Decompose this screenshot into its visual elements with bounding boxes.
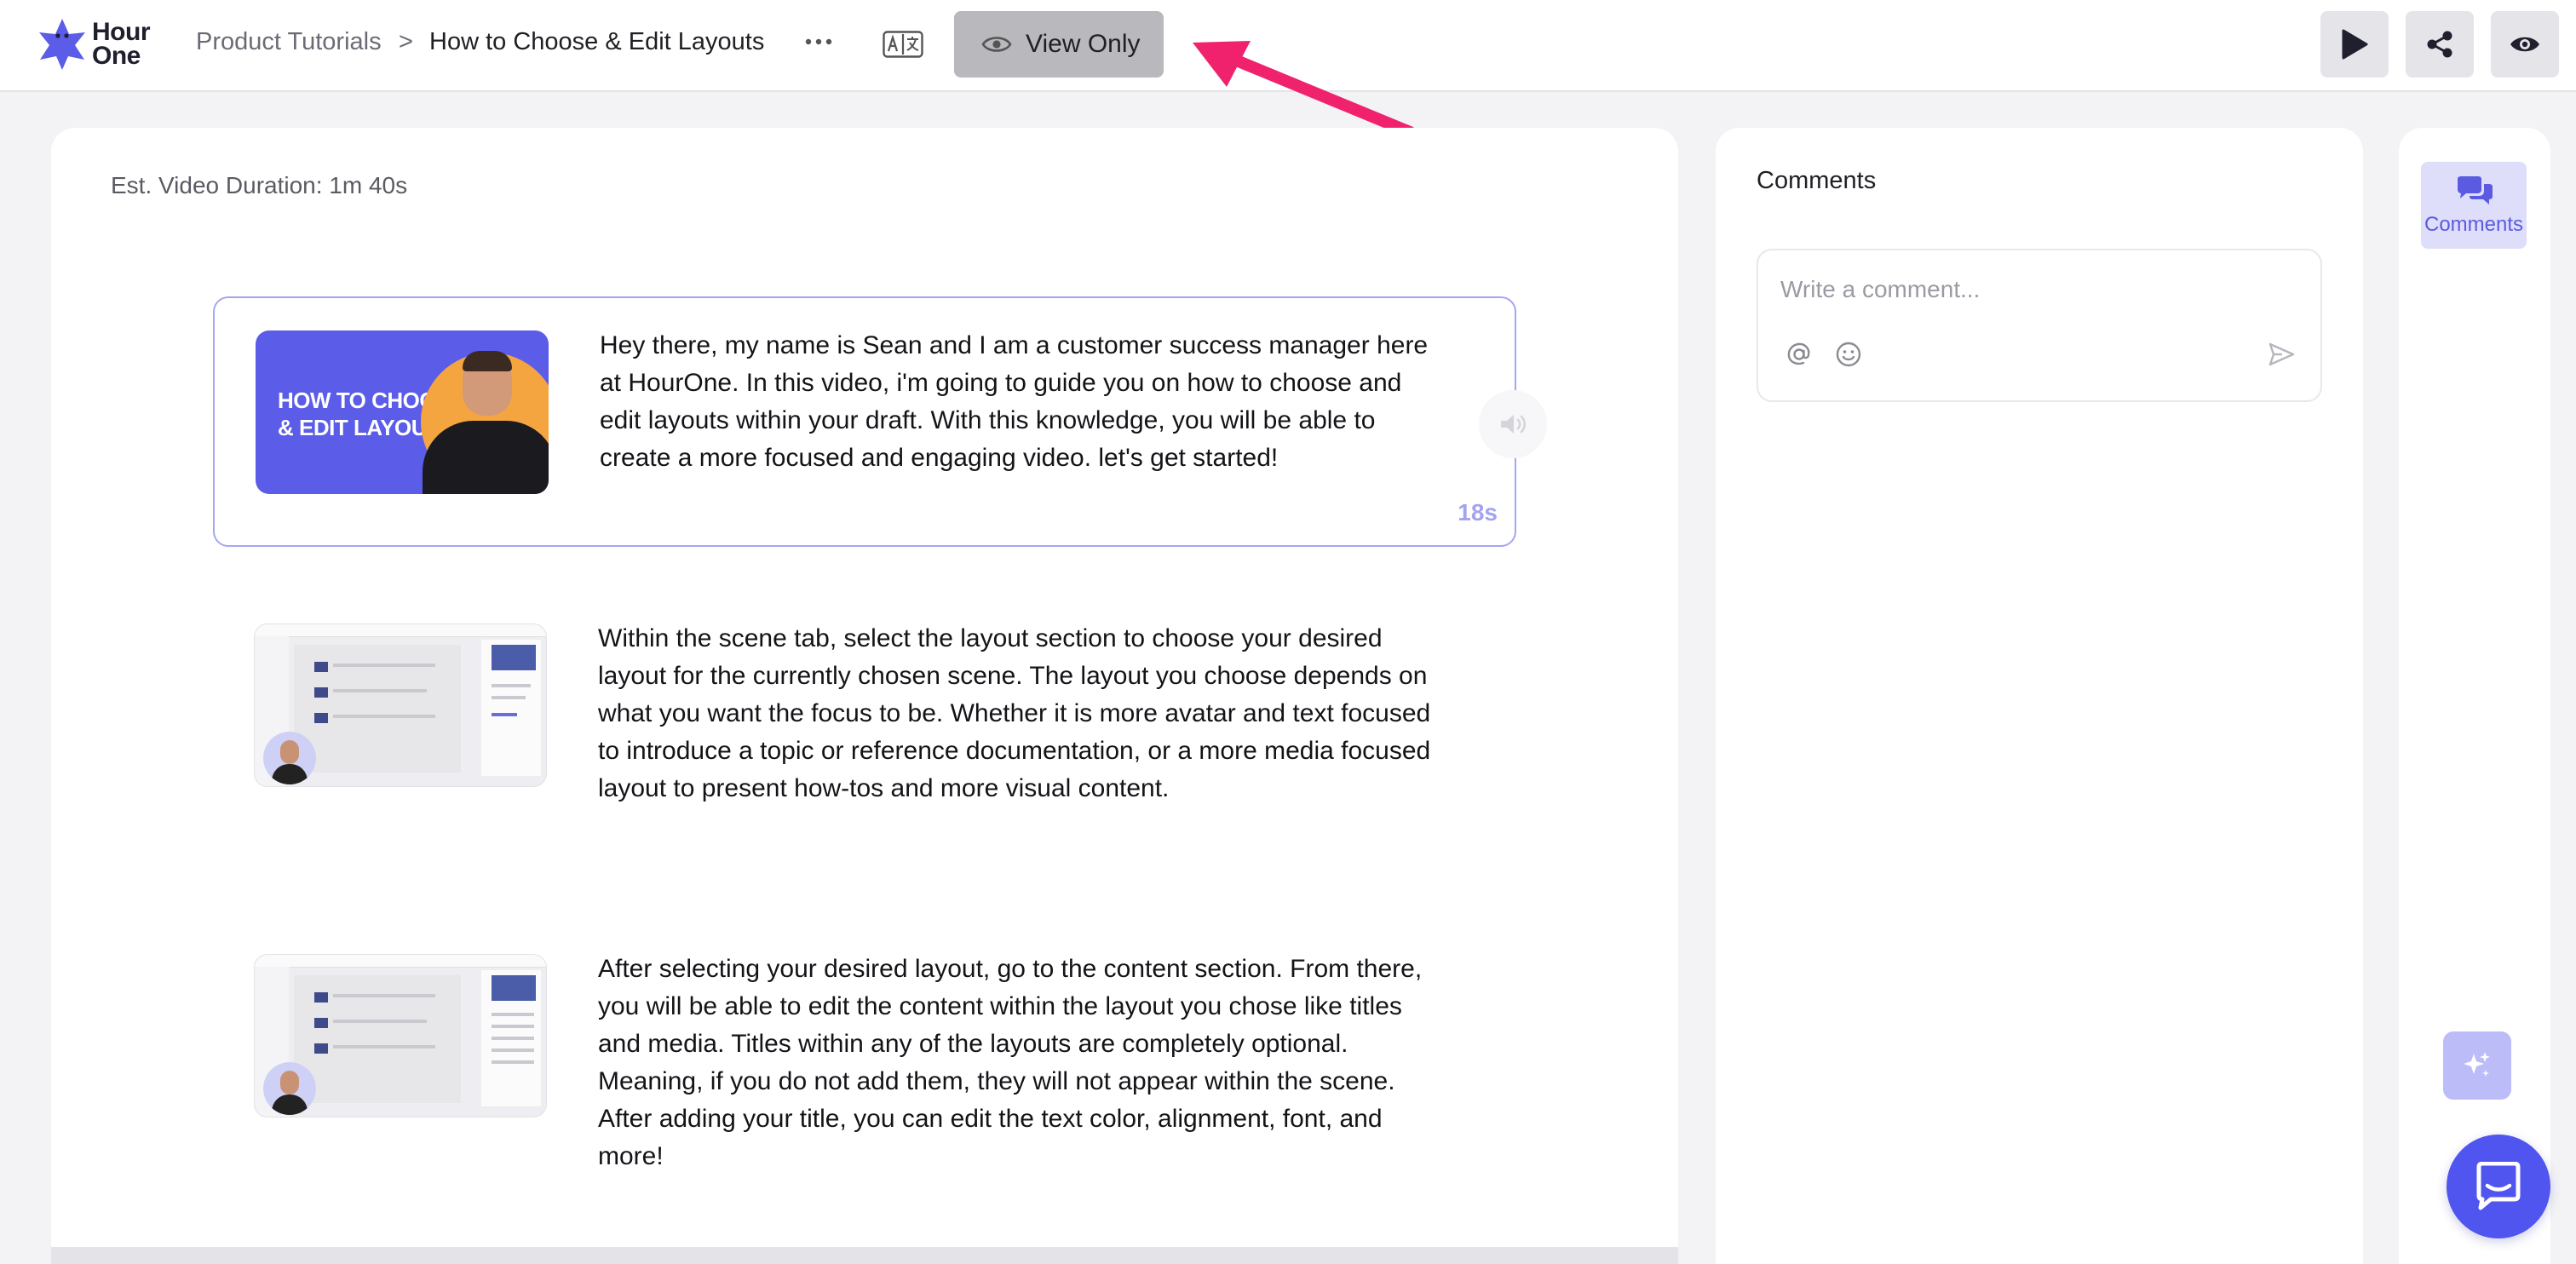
top-bar: Hour One Product Tutorials > How to Choo… bbox=[0, 0, 2576, 138]
more-dots-icon bbox=[805, 38, 832, 45]
comments-panel: Comments bbox=[1716, 128, 2363, 1264]
scene-card-3[interactable]: After selecting your desired layout, go … bbox=[213, 922, 1516, 1211]
eye-icon bbox=[2510, 37, 2539, 52]
comments-icon bbox=[2458, 176, 2493, 204]
scene-script-text[interactable]: Within the scene tab, select the layout … bbox=[598, 620, 1433, 807]
mention-button[interactable] bbox=[1782, 337, 1816, 371]
comments-panel-title: Comments bbox=[1757, 167, 1877, 194]
at-sign-icon bbox=[1787, 342, 1810, 365]
avatar-presenter bbox=[423, 421, 549, 494]
sparkle-icon bbox=[2464, 1052, 2490, 1077]
breadcrumb-root-link[interactable]: Product Tutorials bbox=[196, 28, 382, 56]
horizontal-scrollbar[interactable] bbox=[51, 1247, 1678, 1264]
chat-bubble-icon bbox=[2476, 1162, 2521, 1210]
logo-star-icon bbox=[39, 19, 85, 70]
ai-assistant-button[interactable] bbox=[2443, 1031, 2511, 1100]
avatar-thumbnail bbox=[263, 1062, 316, 1115]
support-chat-button[interactable] bbox=[2447, 1135, 2550, 1238]
play-preview-button[interactable] bbox=[2320, 11, 2389, 78]
send-comment-button[interactable] bbox=[2264, 337, 2298, 371]
share-button[interactable] bbox=[2406, 11, 2474, 78]
scene-card-2[interactable]: Within the scene tab, select the layout … bbox=[213, 591, 1516, 847]
scene-thumbnail-1[interactable]: HOW TO CHOOSE & EDIT LAYOUTS bbox=[256, 330, 549, 494]
breadcrumb-current-title: How to Choose & Edit Layouts bbox=[429, 28, 765, 55]
logo-text-line2: One bbox=[92, 42, 141, 70]
comment-input[interactable] bbox=[1780, 273, 2291, 307]
hour-one-logo[interactable]: Hour One bbox=[36, 15, 164, 75]
view-only-button[interactable]: View Only bbox=[954, 11, 1164, 78]
more-options-button[interactable] bbox=[801, 24, 837, 60]
comments-toggle-button[interactable]: Comments bbox=[2421, 162, 2527, 249]
video-duration-label: Est. Video Duration: 1m 40s bbox=[111, 172, 408, 198]
preview-eye-button[interactable] bbox=[2491, 11, 2559, 78]
comments-toggle-label: Comments bbox=[2424, 213, 2524, 236]
send-icon bbox=[2268, 342, 2295, 366]
scene-thumbnail-2[interactable] bbox=[254, 623, 547, 787]
breadcrumb-separator: > bbox=[399, 28, 413, 55]
scene-script-text[interactable]: Hey there, my name is Sean and I am a cu… bbox=[600, 327, 1435, 477]
play-audio-button[interactable] bbox=[1479, 390, 1547, 458]
eye-icon bbox=[981, 37, 1012, 52]
scene-script-text[interactable]: After selecting your desired layout, go … bbox=[598, 951, 1433, 1175]
view-only-label: View Only bbox=[1026, 30, 1141, 58]
scene-duration-badge: 18s bbox=[1458, 499, 1498, 526]
scene-card-1[interactable]: HOW TO CHOOSE & EDIT LAYOUTS Hey there, … bbox=[213, 296, 1516, 547]
share-icon bbox=[2427, 31, 2452, 58]
smiley-icon bbox=[1836, 342, 1861, 367]
translate-icon bbox=[883, 31, 923, 58]
scene-thumbnail-3[interactable] bbox=[254, 954, 547, 1117]
comment-composer bbox=[1757, 249, 2322, 402]
translate-button[interactable] bbox=[881, 26, 925, 63]
avatar-thumbnail bbox=[263, 732, 316, 784]
script-panel: Est. Video Duration: 1m 40s HOW TO CHOOS… bbox=[51, 128, 1678, 1264]
play-icon bbox=[2342, 29, 2368, 60]
emoji-button[interactable] bbox=[1831, 337, 1866, 371]
speaker-icon bbox=[1501, 415, 1527, 434]
logo-text-line1: Hour bbox=[92, 18, 151, 46]
